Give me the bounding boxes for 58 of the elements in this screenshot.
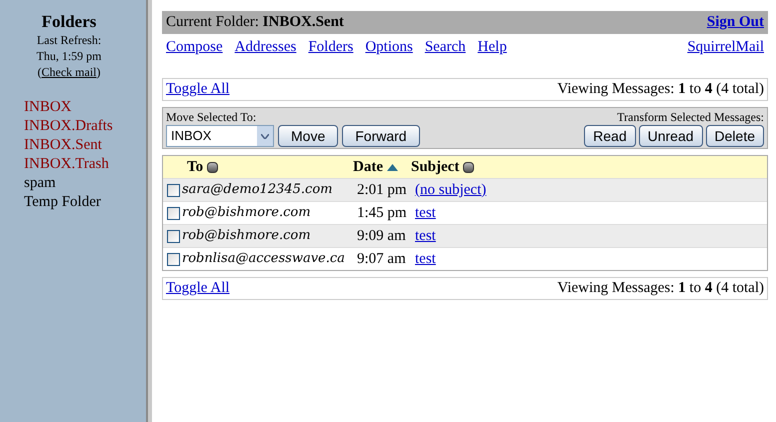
folder-select[interactable]: INBOX [166, 125, 274, 147]
sidebar-title: Folders [42, 12, 96, 32]
nav-link[interactable]: Options [365, 36, 413, 58]
current-folder: Current Folder: INBOX.Sent [166, 13, 344, 32]
folder-link[interactable]: INBOX [24, 98, 113, 117]
message-row[interactable]: sara@demo12345.com 2:01 pm (no subject) [163, 178, 767, 201]
row-checkbox[interactable] [167, 184, 180, 196]
sort-ascending-icon[interactable] [387, 164, 398, 170]
folder-link[interactable]: Temp Folder [24, 193, 113, 212]
squirrelmail-link[interactable]: SquirrelMail [687, 36, 764, 58]
toggle-all-link[interactable]: Toggle All [166, 277, 230, 300]
sign-out-link[interactable]: Sign Out [706, 11, 764, 34]
subject-link[interactable]: test [415, 224, 436, 248]
folder-link[interactable]: INBOX.Sent [24, 136, 113, 155]
transform-button[interactable]: Unread [638, 125, 703, 147]
transform-button[interactable]: Delete [706, 125, 764, 147]
refresh-label: Last Refresh: [36, 32, 102, 48]
nav-link[interactable]: Folders [308, 36, 354, 58]
subject-link[interactable]: test [415, 202, 436, 224]
transform-button[interactable]: Read [584, 125, 636, 147]
sort-icon[interactable] [463, 162, 474, 172]
row-checkbox[interactable] [167, 230, 180, 242]
subject-link[interactable]: (no subject) [415, 178, 486, 202]
row-checkbox[interactable] [167, 252, 180, 266]
folder-link[interactable]: INBOX.Drafts [24, 117, 113, 136]
bracket: ( [38, 64, 42, 80]
nav-link[interactable]: Compose [166, 36, 223, 58]
row-checkbox[interactable] [167, 206, 180, 220]
recipient-cell-text: rob@bishmore.com [182, 204, 312, 222]
viewing-text: Viewing Messages: 1 to 4 (4 total) [557, 279, 764, 298]
move-action-button[interactable]: Move [278, 125, 338, 147]
recipient-cell-text: robnlisa@accesswave.ca [182, 250, 346, 268]
nav-link[interactable]: Addresses [234, 36, 296, 58]
dropdown-icon[interactable] [257, 126, 273, 146]
move-action-button[interactable]: Forward [342, 125, 420, 147]
sort-icon[interactable] [207, 162, 218, 172]
nav-link[interactable]: Help [478, 36, 507, 58]
recipient-cell-text: sara@demo12345.com [182, 181, 334, 200]
refresh-time: Thu, 1:59 pm [36, 48, 102, 64]
bracket: ) [96, 64, 100, 80]
folder-link[interactable]: spam [24, 174, 113, 193]
transform-label: Transform Selected Messages: [617, 109, 764, 125]
toggle-all-link[interactable]: Toggle All [166, 78, 230, 101]
date-cell-text: 1:45 pm [357, 204, 408, 223]
date-cell-text: 2:01 pm [357, 180, 408, 200]
message-row[interactable]: rob@bishmore.com 9:09 am test [163, 224, 767, 247]
subject-link[interactable]: test [415, 248, 436, 270]
recipient-cell-text: rob@bishmore.com [182, 227, 312, 246]
date-cell-text: 9:07 am [357, 250, 407, 269]
nav-link[interactable]: Search [424, 36, 466, 58]
move-label: Move Selected To: [166, 109, 258, 125]
folder-link[interactable]: INBOX.Trash [24, 155, 113, 174]
check-mail-link[interactable]: Check mail [42, 64, 96, 80]
date-cell-text: 9:09 am [357, 226, 407, 246]
column-header: To [187, 158, 204, 177]
viewing-text: Viewing Messages: 1 to 4 (4 total) [557, 80, 764, 100]
column-header: Date [353, 158, 383, 177]
column-header: Subject [411, 158, 460, 177]
